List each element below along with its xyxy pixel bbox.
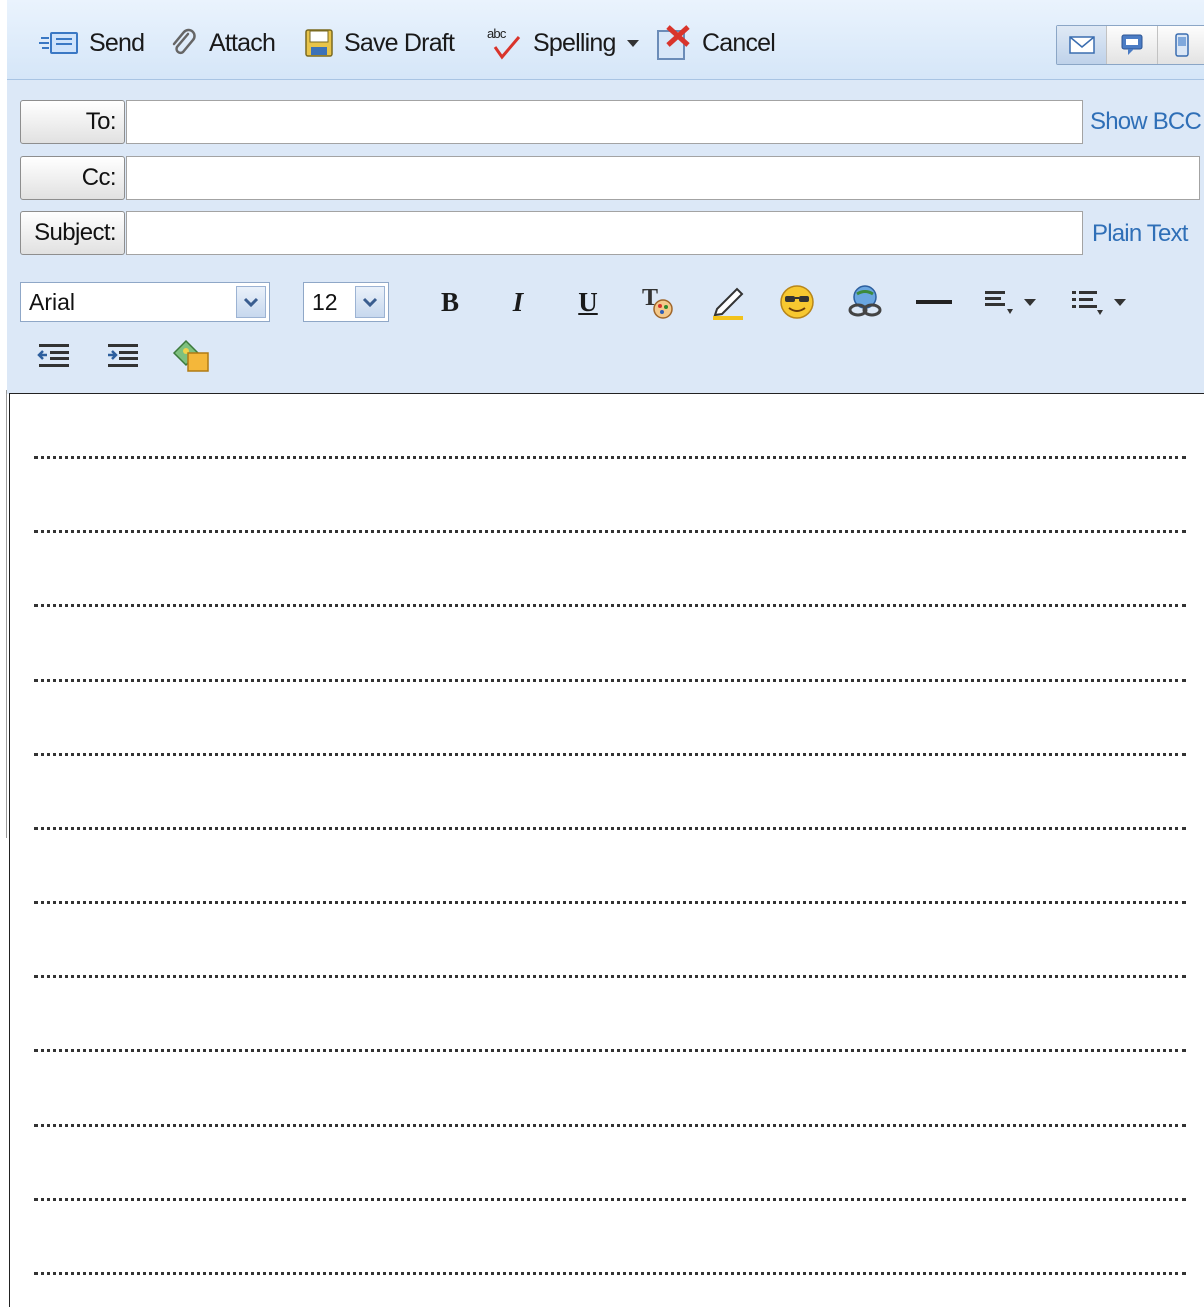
horizontal-rule-button[interactable] xyxy=(912,280,956,324)
ruled-line xyxy=(34,827,1186,830)
chevron-down-icon xyxy=(626,40,639,47)
italic-button[interactable]: I xyxy=(496,280,540,324)
compose-toolbar: Send Attach Save Draft abc Spelling Canc… xyxy=(7,0,1204,80)
to-button[interactable]: To: xyxy=(20,100,125,144)
link-globe-icon xyxy=(848,285,882,317)
chevron-down-icon xyxy=(362,297,378,308)
insert-image-button[interactable] xyxy=(169,334,213,378)
ruled-line xyxy=(34,604,1186,607)
list-dropdown-button[interactable] xyxy=(1069,280,1149,324)
font-size-dropdown-button[interactable] xyxy=(355,286,385,318)
subject-label: Subject: xyxy=(34,219,117,246)
emoticon-button[interactable] xyxy=(775,280,819,324)
italic-label: I xyxy=(512,286,524,317)
attach-label: Attach xyxy=(209,28,276,57)
cancel-label: Cancel xyxy=(702,28,776,57)
spelling-button[interactable]: abc Spelling xyxy=(485,24,640,62)
to-field[interactable] xyxy=(126,100,1083,144)
cc-button[interactable]: Cc: xyxy=(20,156,125,200)
align-left-icon xyxy=(985,291,1013,314)
font-family-dropdown-button[interactable] xyxy=(236,286,266,318)
message-header: To: Show BCC Cc: Subject: Plain Text Ari… xyxy=(7,80,1204,394)
spelling-label: Spelling xyxy=(533,28,616,57)
bold-button[interactable]: B xyxy=(428,280,472,324)
svg-text:abc: abc xyxy=(487,26,507,41)
cc-label: Cc: xyxy=(81,164,117,191)
chevron-down-icon xyxy=(1024,299,1036,306)
font-size-select[interactable]: 12 xyxy=(303,282,389,322)
insert-image-icon xyxy=(172,339,209,372)
subject-button[interactable]: Subject: xyxy=(20,211,125,255)
bold-label: B xyxy=(440,286,459,317)
outdent-button[interactable] xyxy=(32,334,76,378)
email-mode-button[interactable] xyxy=(1057,26,1107,64)
underline-label: U xyxy=(578,286,598,317)
floppy-disk-icon xyxy=(305,29,333,57)
ruled-line xyxy=(34,1198,1186,1201)
chevron-down-icon xyxy=(1114,299,1126,306)
instant-message-icon xyxy=(1121,34,1143,55)
insert-link-button[interactable] xyxy=(843,280,887,324)
show-bcc-link[interactable]: Show BCC xyxy=(1090,108,1202,136)
plain-text-link[interactable]: Plain Text xyxy=(1092,220,1188,248)
outdent-icon xyxy=(37,344,69,367)
email-icon xyxy=(1068,36,1095,54)
cc-field[interactable] xyxy=(126,156,1200,200)
instant-message-mode-button[interactable] xyxy=(1106,26,1157,64)
paperclip-icon xyxy=(172,28,196,55)
font-color-button[interactable]: T xyxy=(636,280,680,324)
indent-icon xyxy=(108,344,138,367)
smiley-sunglasses-icon xyxy=(780,285,814,319)
save-draft-label: Save Draft xyxy=(344,28,455,57)
send-icon xyxy=(39,32,78,54)
send-button[interactable]: Send xyxy=(39,24,145,62)
ruled-line xyxy=(34,456,1186,459)
ruled-line xyxy=(34,679,1186,682)
font-color-icon: T xyxy=(642,285,673,319)
highlight-button[interactable] xyxy=(706,280,750,324)
mobile-text-mode-button[interactable] xyxy=(1156,26,1204,64)
font-size-value: 12 xyxy=(312,288,338,315)
send-label: Send xyxy=(89,28,145,57)
ruled-line xyxy=(34,1049,1186,1052)
cancel-button[interactable]: Cancel xyxy=(654,24,776,62)
cancel-icon xyxy=(657,25,690,60)
mobile-text-icon xyxy=(1175,33,1190,57)
compose-mode-switcher xyxy=(1056,25,1204,65)
save-draft-button[interactable]: Save Draft xyxy=(304,24,455,62)
horizontal-line-icon xyxy=(916,300,952,304)
font-family-select[interactable]: Arial xyxy=(20,282,270,322)
align-dropdown-button[interactable] xyxy=(981,280,1057,324)
ruled-line xyxy=(34,530,1186,533)
bulleted-list-icon xyxy=(1072,291,1103,315)
subject-field[interactable] xyxy=(126,211,1083,255)
ruled-line xyxy=(34,753,1186,756)
ruled-line xyxy=(34,975,1186,978)
ruled-line xyxy=(34,901,1186,904)
attach-button[interactable]: Attach xyxy=(167,24,276,62)
underline-button[interactable]: U xyxy=(566,280,610,324)
highlighter-icon xyxy=(713,287,744,320)
to-label: To: xyxy=(85,108,117,135)
editor-left-edge xyxy=(6,390,7,838)
ruled-line xyxy=(34,1124,1186,1127)
indent-button[interactable] xyxy=(101,334,145,378)
message-body-editor[interactable] xyxy=(9,393,1204,1307)
ruled-line xyxy=(34,1272,1186,1275)
chevron-down-icon xyxy=(243,297,259,308)
font-family-value: Arial xyxy=(29,288,76,315)
spell-check-icon: abc xyxy=(487,26,521,60)
